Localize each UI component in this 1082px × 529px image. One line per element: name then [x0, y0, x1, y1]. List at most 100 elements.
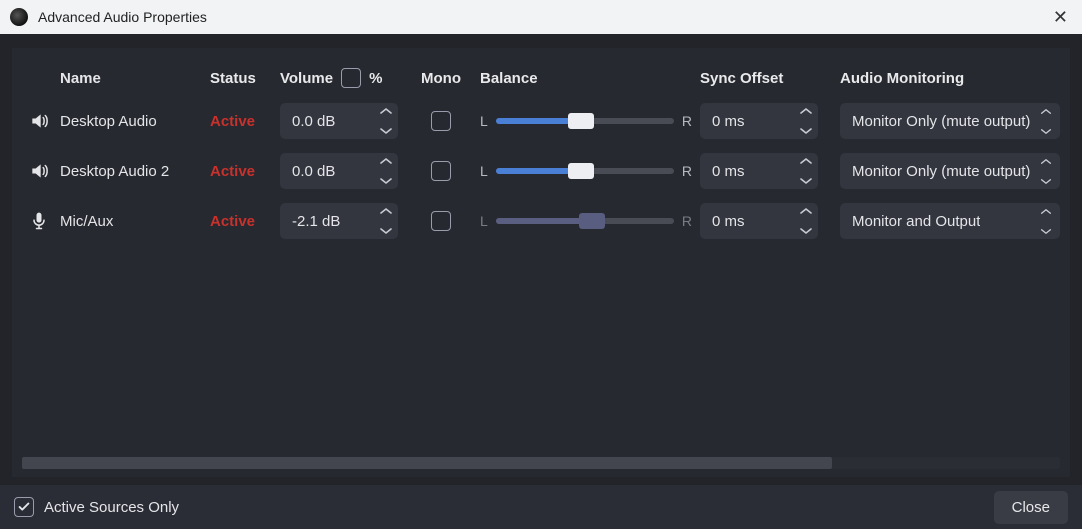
balance-right-label: R — [682, 113, 692, 129]
window-close-button[interactable]: ✕ — [1049, 7, 1072, 28]
header-row: Name Status Volume % Mono Balance Sync O… — [22, 60, 1064, 96]
header-name: Name — [56, 70, 206, 87]
dropdown-up-icon — [1040, 203, 1052, 220]
monitoring-value: Monitor and Output — [852, 213, 980, 230]
titlebar: Advanced Audio Properties ✕ — [0, 0, 1082, 34]
volume-down-icon[interactable] — [380, 172, 392, 190]
source-status: Active — [206, 213, 276, 230]
balance-cell: LR — [476, 213, 696, 229]
sync-cell: 0 ms — [696, 203, 836, 239]
active-sources-only-checkbox[interactable]: Active Sources Only — [14, 497, 179, 517]
volume-down-icon[interactable] — [380, 222, 392, 240]
sync-down-icon[interactable] — [800, 222, 812, 240]
balance-thumb[interactable] — [568, 113, 594, 129]
balance-left-label: L — [480, 213, 488, 229]
sync-value: 0 ms — [712, 163, 745, 180]
balance-slider[interactable]: LR — [480, 163, 692, 179]
balance-track[interactable] — [496, 118, 674, 124]
audio-row: Mic/AuxActive -2.1 dB LR 0 ms Monitor and Ou… — [22, 196, 1064, 246]
header-volume-suffix: % — [369, 70, 382, 87]
balance-cell: LR — [476, 113, 696, 129]
sync-down-icon[interactable] — [800, 122, 812, 140]
app-logo-icon — [10, 8, 28, 26]
monitoring-cell: Monitor Only (mute output) — [836, 153, 1064, 189]
sync-cell: 0 ms — [696, 153, 836, 189]
volume-value: 0.0 dB — [292, 113, 335, 130]
dropdown-up-icon — [1040, 153, 1052, 170]
source-name: Mic/Aux — [56, 213, 206, 230]
volume-cell: -2.1 dB — [276, 203, 406, 239]
volume-up-icon[interactable] — [380, 152, 392, 170]
monitoring-dropdown[interactable]: Monitor and Output — [840, 203, 1060, 239]
balance-thumb[interactable] — [579, 213, 605, 229]
close-button[interactable]: Close — [994, 491, 1068, 524]
source-name: Desktop Audio 2 — [56, 163, 206, 180]
balance-slider[interactable]: LR — [480, 113, 692, 129]
sync-spinbox[interactable]: 0 ms — [700, 103, 818, 139]
volume-spinbox[interactable]: -2.1 dB — [280, 203, 398, 239]
balance-thumb[interactable] — [568, 163, 594, 179]
audio-row: Desktop AudioActive0.0 dBLR0 msMonitor O… — [22, 96, 1064, 146]
balance-track[interactable] — [496, 168, 674, 174]
volume-percent-checkbox[interactable] — [341, 68, 361, 88]
dropdown-up-icon — [1040, 103, 1052, 120]
window-title: Advanced Audio Properties — [38, 9, 1049, 25]
sync-spinbox[interactable]: 0 ms — [700, 203, 818, 239]
dropdown-down-icon — [1040, 122, 1052, 139]
monitoring-cell: Monitor Only (mute output) — [836, 103, 1064, 139]
sync-value: 0 ms — [712, 213, 745, 230]
audio-grid: Name Status Volume % Mono Balance Sync O… — [22, 60, 1064, 246]
mono-checkbox[interactable] — [431, 211, 451, 231]
monitoring-dropdown[interactable]: Monitor Only (mute output) — [840, 153, 1060, 189]
header-monitoring: Audio Monitoring — [836, 70, 1064, 87]
mono-cell — [406, 111, 476, 131]
audio-row: Desktop Audio 2Active 0.0 dB LR 0 ms Monitor… — [22, 146, 1064, 196]
sync-value: 0 ms — [712, 113, 745, 130]
balance-left-label: L — [480, 163, 488, 179]
dropdown-down-icon — [1040, 172, 1052, 189]
active-sources-only-label: Active Sources Only — [44, 499, 179, 516]
sync-down-icon[interactable] — [800, 172, 812, 190]
inner-panel: Name Status Volume % Mono Balance Sync O… — [12, 48, 1070, 477]
monitoring-dropdown[interactable]: Monitor Only (mute output) — [840, 103, 1060, 139]
footer-bar: Active Sources Only Close — [0, 485, 1082, 529]
sync-up-icon[interactable] — [800, 202, 812, 220]
speaker-icon — [22, 161, 56, 181]
volume-down-icon[interactable] — [380, 122, 392, 140]
dropdown-down-icon — [1040, 222, 1052, 239]
source-status: Active — [206, 113, 276, 130]
sync-spinbox[interactable]: 0 ms — [700, 153, 818, 189]
balance-fill — [496, 218, 592, 224]
monitoring-value: Monitor Only (mute output) — [852, 163, 1030, 180]
sync-cell: 0 ms — [696, 103, 836, 139]
source-status: Active — [206, 163, 276, 180]
volume-value: 0.0 dB — [292, 163, 335, 180]
header-balance: Balance — [476, 70, 696, 87]
volume-up-icon[interactable] — [380, 202, 392, 220]
volume-spinbox[interactable]: 0.0 dB — [280, 153, 398, 189]
mono-checkbox[interactable] — [431, 161, 451, 181]
volume-spinbox[interactable]: 0.0 dB — [280, 103, 398, 139]
volume-cell: 0.0 dB — [276, 153, 406, 189]
header-mono: Mono — [406, 70, 476, 87]
volume-up-icon[interactable] — [380, 102, 392, 120]
mono-cell — [406, 161, 476, 181]
volume-cell: 0.0 dB — [276, 103, 406, 139]
mono-checkbox[interactable] — [431, 111, 451, 131]
header-status: Status — [206, 70, 276, 87]
content-area: Name Status Volume % Mono Balance Sync O… — [0, 34, 1082, 485]
horizontal-scrollbar[interactable] — [22, 457, 1060, 469]
volume-value: -2.1 dB — [292, 213, 340, 230]
header-volume: Volume % — [276, 68, 406, 88]
checkbox-icon — [14, 497, 34, 517]
balance-left-label: L — [480, 113, 488, 129]
balance-track[interactable] — [496, 218, 674, 224]
sync-up-icon[interactable] — [800, 102, 812, 120]
balance-slider[interactable]: LR — [480, 213, 692, 229]
scrollbar-thumb[interactable] — [22, 457, 832, 469]
sync-up-icon[interactable] — [800, 152, 812, 170]
header-volume-label: Volume — [280, 70, 333, 87]
speaker-icon — [22, 111, 56, 131]
header-sync: Sync Offset — [696, 70, 836, 87]
balance-cell: LR — [476, 163, 696, 179]
